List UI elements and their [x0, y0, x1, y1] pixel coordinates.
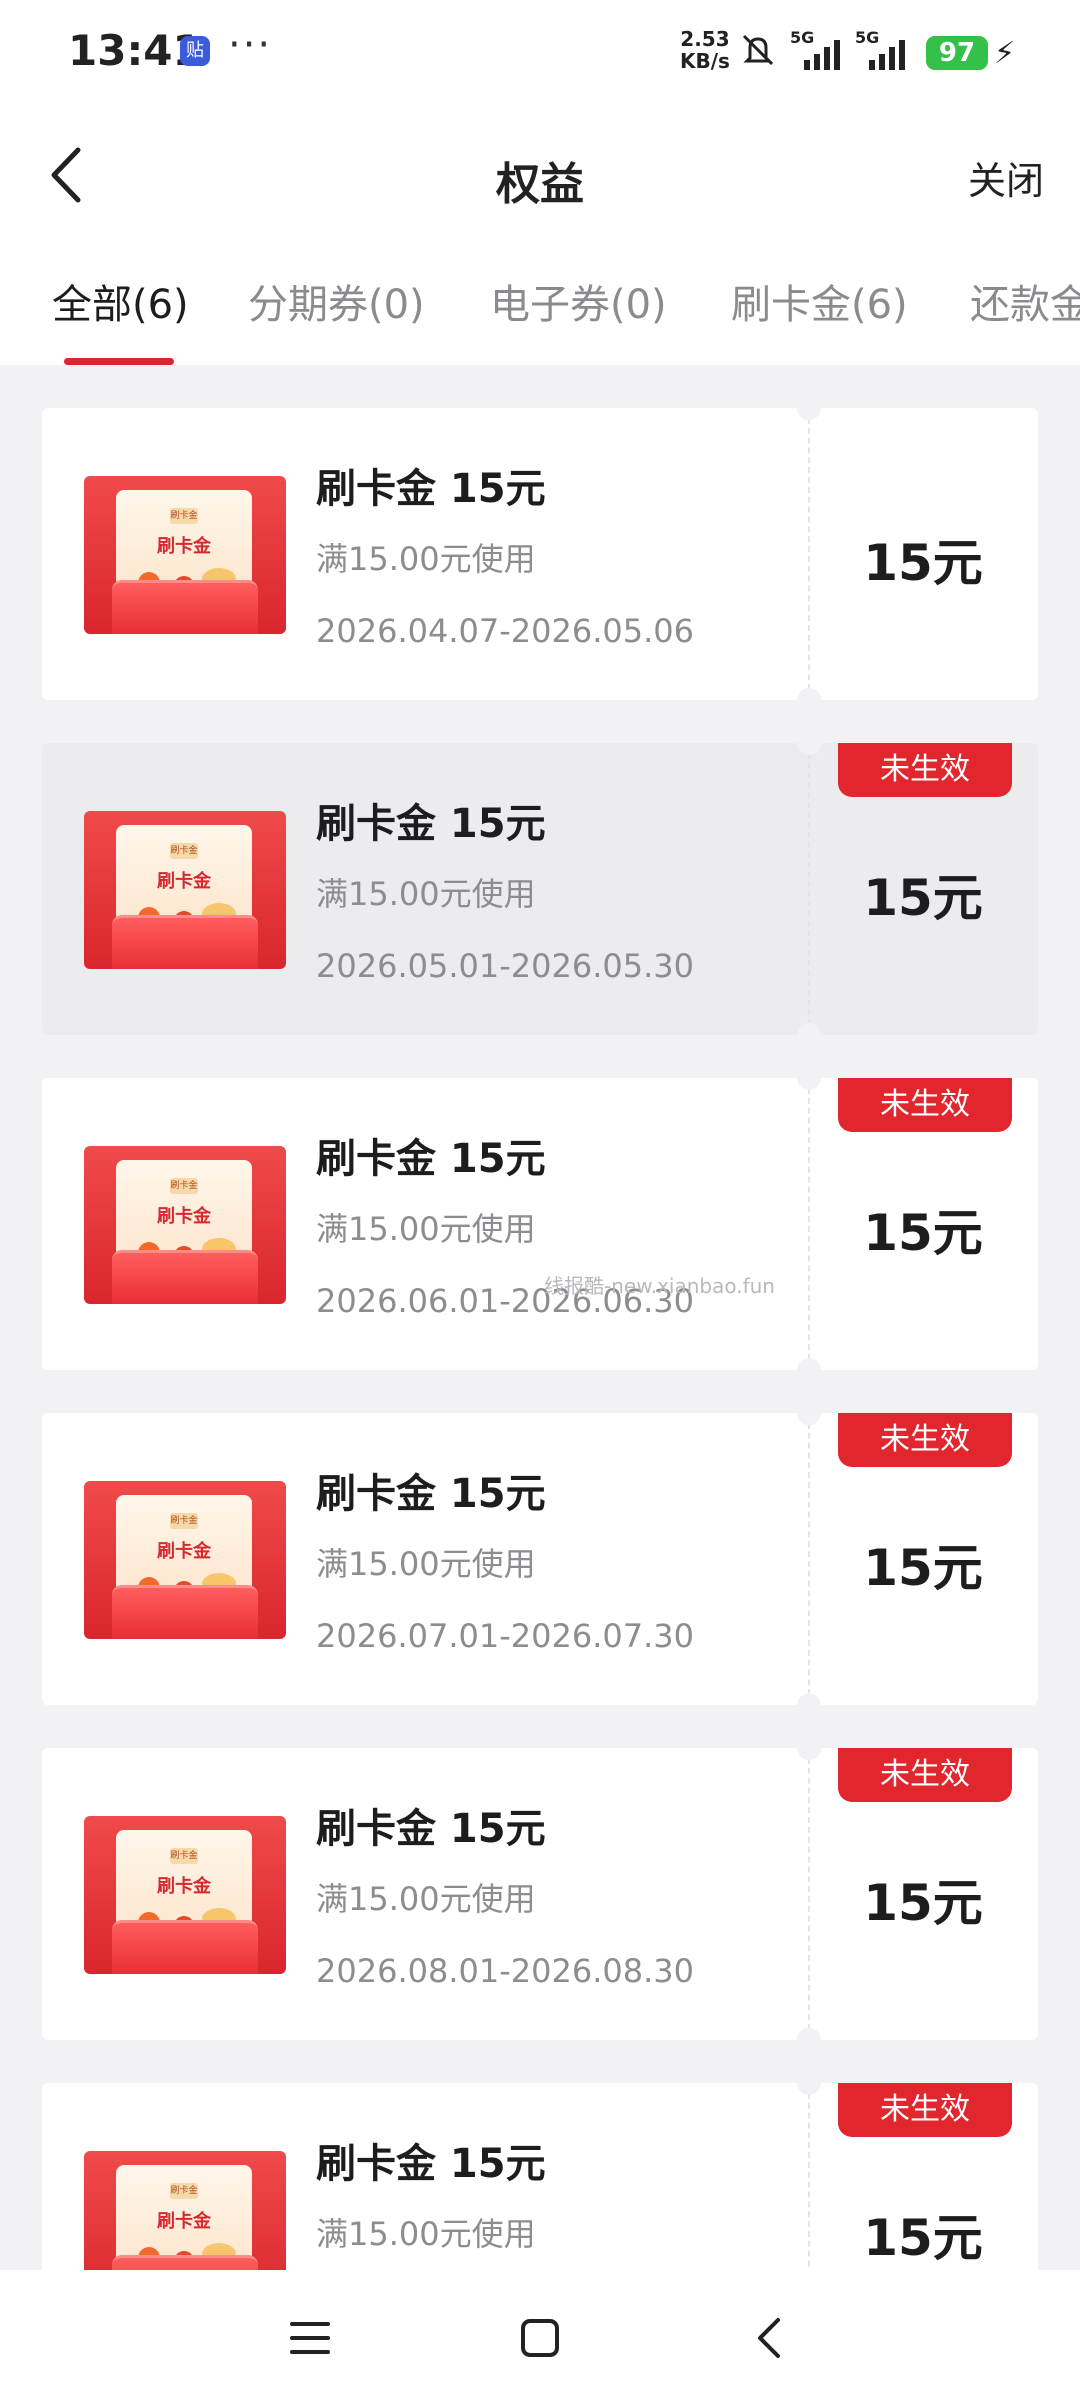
tab-all[interactable]: 全部(6): [52, 272, 189, 330]
coupon-condition: 满15.00元使用: [316, 875, 536, 913]
tab-e-coupons[interactable]: 电子券(0): [490, 272, 667, 330]
watermark: 线报酷-new.xianbao.fun: [544, 1274, 775, 1298]
home-square-icon[interactable]: [510, 2308, 570, 2368]
thumbnail-label: 刷卡金: [157, 2211, 211, 2232]
thumbnail-label: 刷卡金: [157, 1876, 211, 1897]
status-badge: 未生效: [838, 2083, 1012, 2137]
network-speed-value: 2.53: [680, 27, 730, 51]
notification-app-icon: 贴: [180, 36, 210, 66]
thumbnail-tag: 刷卡金: [170, 2183, 198, 2199]
network-speed: 2.53 KB/s: [680, 28, 730, 72]
red-envelope-thumbnail: 刷卡金 刷卡金: [84, 811, 286, 969]
charging-icon: ⚡: [994, 36, 1016, 71]
status-badge: 未生效: [838, 743, 1012, 797]
status-badge: 未生效: [838, 1748, 1012, 1802]
red-envelope-thumbnail: 刷卡金 刷卡金: [84, 1146, 286, 1304]
card-notch: [797, 408, 821, 420]
coupon-name: 刷卡金 15元: [316, 466, 546, 512]
thumbnail-label: 刷卡金: [157, 536, 211, 557]
status-badge: 未生效: [838, 1078, 1012, 1132]
coupon-name: 刷卡金 15元: [316, 801, 546, 847]
page-title: 权益: [496, 159, 584, 210]
more-notifications-icon: ···: [228, 22, 273, 68]
coupon-card[interactable]: 刷卡金 刷卡金 刷卡金 15元 满15.00元使用 2026.08.01-2026…: [42, 1748, 1038, 2040]
tab-bar: 全部(6) 分期券(0) 电子券(0) 刷卡金(6) 还款金: [0, 240, 1080, 365]
thumbnail-tag: 刷卡金: [170, 843, 198, 859]
coupon-validity: 2026.07.01-2026.07.30: [316, 1617, 694, 1655]
network-speed-unit: KB/s: [680, 49, 730, 73]
coupon-name: 刷卡金 15元: [316, 1136, 546, 1182]
thumbnail-tag: 刷卡金: [170, 1178, 198, 1194]
coupon-card[interactable]: 刷卡金 刷卡金 刷卡金 15元 满15.00元使用 2026.07.01-2026…: [42, 1413, 1038, 1705]
back-icon[interactable]: [740, 2308, 800, 2368]
thumbnail-tag: 刷卡金: [170, 508, 198, 524]
coupon-amount: 15元: [863, 1874, 983, 1932]
card-notch: [797, 743, 821, 755]
card-notch: [797, 1078, 821, 1090]
card-notch: [797, 2028, 821, 2040]
system-nav-bar: [0, 2270, 1080, 2400]
coupon-validity: 2026.05.01-2026.05.30: [316, 947, 694, 985]
thumbnail-label: 刷卡金: [157, 1541, 211, 1562]
coupon-card[interactable]: 刷卡金 刷卡金 刷卡金 15元 满15.00元使用 15元 未生效: [42, 2083, 1038, 2270]
red-envelope-thumbnail: 刷卡金 刷卡金: [84, 1481, 286, 1639]
red-envelope-thumbnail: 刷卡金 刷卡金: [84, 2151, 286, 2270]
status-badge: 未生效: [838, 1413, 1012, 1467]
menu-icon[interactable]: [280, 2308, 340, 2368]
thumbnail-tag: 刷卡金: [170, 1513, 198, 1529]
app-header: 权益 关闭: [0, 110, 1080, 240]
coupon-card[interactable]: 刷卡金 刷卡金 刷卡金 15元 满15.00元使用 2026.05.01-2026…: [42, 743, 1038, 1035]
card-notch: [797, 2083, 821, 2095]
tab-installment-coupons[interactable]: 分期券(0): [248, 272, 425, 330]
coupon-condition: 满15.00元使用: [316, 1210, 536, 1248]
thumbnail-label: 刷卡金: [157, 1206, 211, 1227]
thumbnail-label: 刷卡金: [157, 871, 211, 892]
red-envelope-thumbnail: 刷卡金 刷卡金: [84, 476, 286, 634]
coupon-condition: 满15.00元使用: [316, 1880, 536, 1918]
battery-icon: 97: [926, 36, 988, 70]
coupon-card[interactable]: 刷卡金 刷卡金 刷卡金 15元 满15.00元使用 2026.06.01-2026…: [42, 1078, 1038, 1370]
coupon-condition: 满15.00元使用: [316, 540, 536, 578]
red-envelope-thumbnail: 刷卡金 刷卡金: [84, 1816, 286, 1974]
card-notch: [797, 1693, 821, 1705]
coupon-validity: 2026.04.07-2026.05.06: [316, 612, 694, 650]
coupon-amount: 15元: [863, 1204, 983, 1262]
coupon-condition: 满15.00元使用: [316, 1545, 536, 1583]
coupon-amount: 15元: [863, 1539, 983, 1597]
card-notch: [797, 1413, 821, 1425]
card-notch: [797, 1748, 821, 1760]
coupon-list[interactable]: 刷卡金 刷卡金 刷卡金 15元 满15.00元使用 2026.04.07-2026…: [0, 365, 1080, 2270]
tab-repayment-bonus[interactable]: 还款金: [970, 272, 1080, 330]
close-button[interactable]: 关闭: [968, 150, 1044, 205]
coupon-amount: 15元: [863, 2209, 983, 2267]
coupon-amount: 15元: [863, 534, 983, 592]
coupon-card[interactable]: 刷卡金 刷卡金 刷卡金 15元 满15.00元使用 2026.04.07-2026…: [42, 408, 1038, 700]
thumbnail-tag: 刷卡金: [170, 1848, 198, 1864]
card-notch: [797, 1023, 821, 1035]
coupon-name: 刷卡金 15元: [316, 1471, 546, 1517]
coupon-condition: 满15.00元使用: [316, 2215, 536, 2253]
card-notch: [797, 1358, 821, 1370]
status-bar: 13:41 贴 ··· 2.53 KB/s 5G 5G 97 ⚡: [0, 0, 1080, 110]
coupon-validity: 2026.08.01-2026.08.30: [316, 1952, 694, 1990]
coupon-name: 刷卡金 15元: [316, 2141, 546, 2187]
coupon-amount: 15元: [863, 869, 983, 927]
active-tab-indicator: [64, 358, 174, 365]
coupon-name: 刷卡金 15元: [316, 1806, 546, 1852]
mute-bell-icon: [742, 34, 774, 66]
tab-card-spending-bonus[interactable]: 刷卡金(6): [731, 272, 908, 330]
card-notch: [797, 688, 821, 700]
